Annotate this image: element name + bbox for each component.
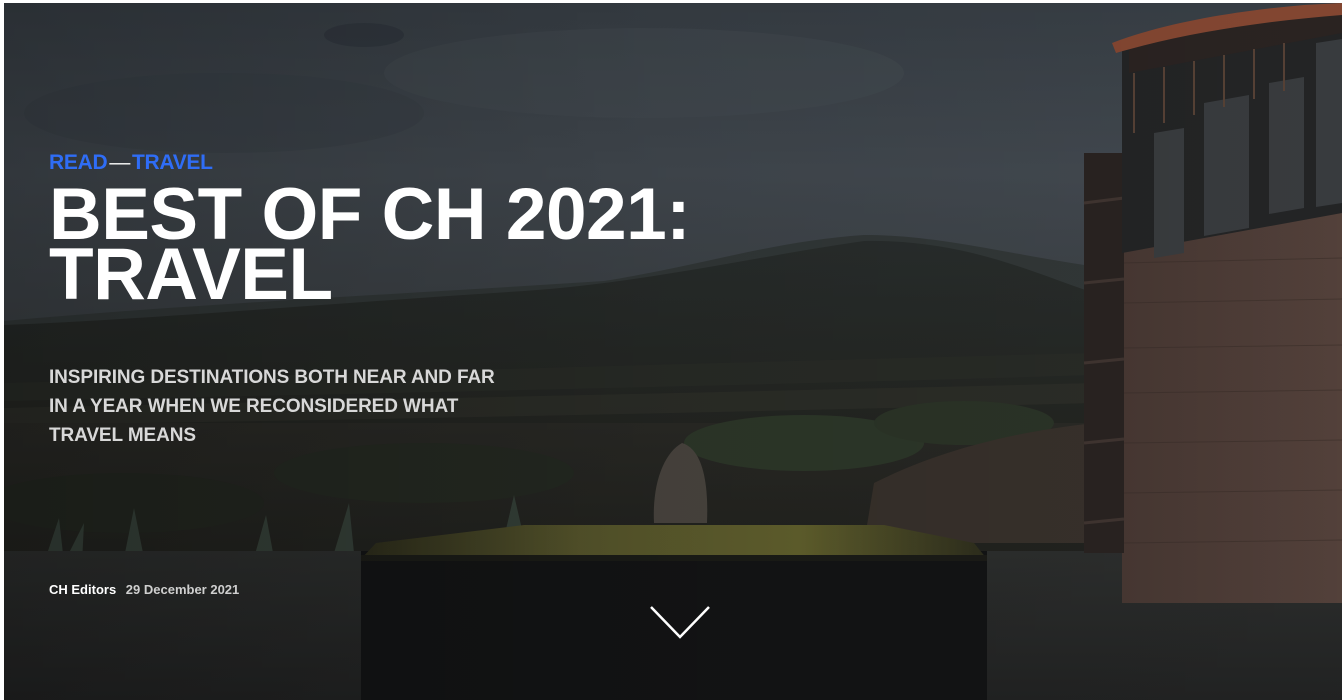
breadcrumb-separator: — <box>109 151 131 174</box>
article-byline: CH Editors 29 December 2021 <box>49 582 239 597</box>
hero-text-block: READ — TRAVEL BEST OF CH 2021: TRAVEL IN… <box>49 151 809 450</box>
chevron-down-icon <box>650 606 710 639</box>
publish-date: 29 December 2021 <box>125 582 240 597</box>
breadcrumb-section-link[interactable]: READ <box>49 151 108 175</box>
breadcrumb: READ — TRAVEL <box>49 151 809 175</box>
author-link[interactable]: CH Editors <box>49 582 116 597</box>
hero-banner: READ — TRAVEL BEST OF CH 2021: TRAVEL IN… <box>4 3 1342 700</box>
scroll-down-button[interactable] <box>648 603 712 643</box>
breadcrumb-category-link[interactable]: TRAVEL <box>132 151 213 175</box>
page-title: BEST OF CH 2021: TRAVEL <box>49 174 691 315</box>
article-subtitle: INSPIRING DESTINATIONS BOTH NEAR AND FAR… <box>49 367 495 446</box>
